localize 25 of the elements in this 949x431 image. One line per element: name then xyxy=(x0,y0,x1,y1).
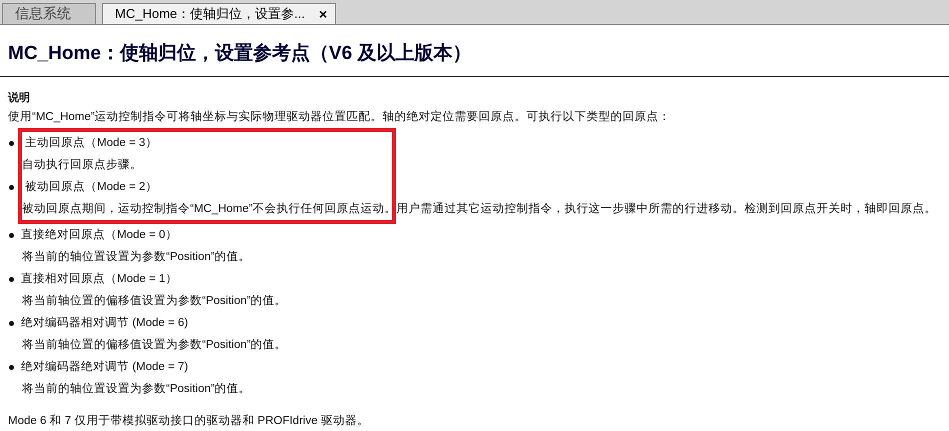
close-icon[interactable]: × xyxy=(318,6,328,22)
item-title: 主动回原点（Mode = 3） xyxy=(25,135,158,151)
bullet-icon xyxy=(9,140,14,146)
bullet-icon xyxy=(9,232,14,238)
item-title: 绝对编码器相对调节 (Mode = 6) xyxy=(21,316,188,331)
item-title: 直接绝对回原点（Mode = 0） xyxy=(21,228,178,243)
intro-text: 使用“MC_Home”运动控制指令可将轴坐标与实际物理驱动器位置匹配。轴的绝对定位需要回原点。可执行以下类型的回原点： xyxy=(8,109,671,125)
page-heading: MC_Home：使轴归位，设置参考点（V6 及以上版本） xyxy=(8,42,472,66)
item-description: 被动回原点期间，运动控制指令“MC_Home”不会执行任何回原点运动。用户需通过其它运动控制指令，执行这一步骤中所需的行进移动。检测到回原点开关时，轴即回原点。 xyxy=(22,201,937,217)
item-description: 将当前的轴位置设置为参数“Position”的值。 xyxy=(22,382,251,397)
item-description: 自动执行回原点步骤。 xyxy=(22,158,142,173)
item-description: 将当前轴位置的偏移值设置为参数“Position”的值。 xyxy=(22,294,287,309)
bullet-icon xyxy=(9,276,14,282)
section-title: 说明 xyxy=(8,90,31,106)
tab[interactable]: MC_Home：使轴归位，设置参... × xyxy=(102,3,336,24)
item-title: 被动回原点（Mode = 2） xyxy=(25,180,158,195)
item-title: 绝对编码器绝对调节 (Mode = 7) xyxy=(21,360,188,375)
item-description: 将当前轴位置的偏移值设置为参数“Position”的值。 xyxy=(22,338,287,353)
bullet-icon xyxy=(9,320,14,326)
item-title: 直接相对回原点（Mode = 1） xyxy=(21,272,178,287)
item-description: 将当前的轴位置设置为参数“Position”的值。 xyxy=(22,250,251,265)
bullet-icon xyxy=(9,364,14,370)
note-text: Mode 6 和 7 仅用于带模拟驱动接口的驱动器和 PROFIdrive 驱动器。 xyxy=(8,414,369,429)
bullet-icon xyxy=(9,184,14,190)
tab[interactable]: 信息系统 xyxy=(2,3,96,24)
